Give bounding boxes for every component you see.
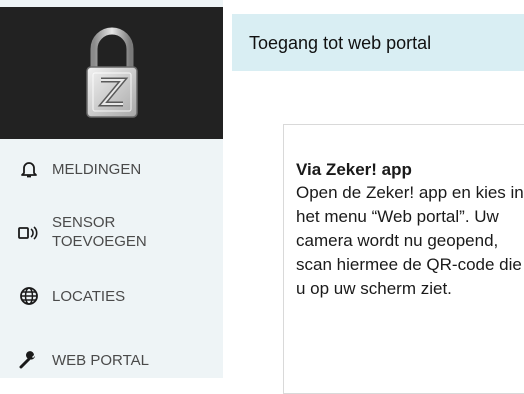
instruction-card: Via Zeker! app Open de Zeker! app en kie…: [283, 124, 524, 394]
padlock-z-icon: [86, 27, 138, 118]
sidebar-item-locaties[interactable]: LOCATIES: [0, 285, 223, 307]
sidebar-item-label: SENSOR TOEVOEGEN: [52, 214, 147, 250]
globe-icon: [18, 285, 40, 307]
sidebar-item-web-portal[interactable]: WEB PORTAL: [0, 349, 223, 371]
page-header: Toegang tot web portal: [232, 14, 524, 71]
sensor-icon: [18, 222, 40, 244]
page-title: Toegang tot web portal: [249, 33, 432, 53]
sidebar-item-sensor-toevoegen[interactable]: SENSOR TOEVOEGEN: [0, 213, 223, 253]
bell-icon: [18, 158, 40, 180]
sidebar-item-label: LOCATIES: [52, 287, 126, 305]
card-text: Open de Zeker! app en kies in het menu “…: [296, 183, 524, 298]
sidebar-item-label: WEB PORTAL: [52, 351, 149, 369]
wrench-icon: [18, 349, 40, 371]
card-title: Via Zeker! app: [296, 160, 412, 179]
sidebar-item-meldingen[interactable]: MELDINGEN: [0, 158, 223, 180]
logo-area: [0, 7, 223, 139]
sidebar: MELDINGEN SENSOR TOEVOEGEN LOCATIES WEB …: [0, 0, 223, 378]
sidebar-item-label: MELDINGEN: [52, 160, 142, 178]
